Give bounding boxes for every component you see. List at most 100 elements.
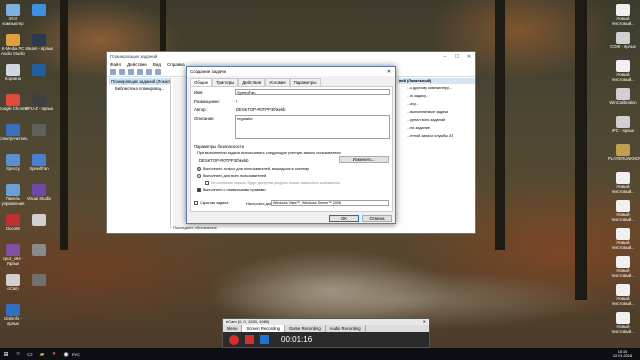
desktop-icon[interactable]: Новый текстовый... xyxy=(608,200,638,223)
back-icon[interactable] xyxy=(110,69,116,75)
record-icon[interactable] xyxy=(229,334,239,345)
action-history[interactable]: ...урнал всех заданий xyxy=(397,116,475,124)
desktop-icon[interactable]: СОЖ - ярлык xyxy=(608,32,638,50)
desktop-icon[interactable]: Новый текстовый... xyxy=(608,228,638,251)
name-input[interactable]: SpeedFan xyxy=(235,89,390,95)
tab-menu[interactable]: Menu xyxy=(223,325,243,332)
explorer-icon[interactable]: ▰ xyxy=(36,348,48,360)
menu-file[interactable]: Файл xyxy=(110,62,121,67)
menu-view[interactable]: Вид xyxy=(153,62,161,67)
ecam-recorder-window[interactable]: eCam (0, 0, 1920, 1080) ✕ Menu Screen Re… xyxy=(222,318,430,348)
close-icon[interactable]: ✕ xyxy=(423,319,429,325)
description-input[interactable]: regulator xyxy=(235,115,390,139)
forward-icon[interactable] xyxy=(119,69,125,75)
close-icon[interactable]: ✕ xyxy=(463,54,475,60)
radio-all-users[interactable]: Выполнять для всех пользователей xyxy=(197,174,266,178)
radio-logged-on[interactable]: Выполнять только для пользователей, воше… xyxy=(197,167,309,171)
file-icon xyxy=(616,312,630,324)
configure-label: Настроить для: xyxy=(246,202,274,206)
desktop-icon[interactable] xyxy=(24,4,54,17)
minimize-icon[interactable]: – xyxy=(439,54,451,60)
maximize-icon[interactable]: ☐ xyxy=(451,54,463,60)
tab-triggers[interactable]: Триггеры xyxy=(212,78,239,86)
app-icon xyxy=(32,244,46,256)
app-icon xyxy=(32,274,46,286)
desktop-icon[interactable]: IPC - ярлык xyxy=(608,116,638,134)
desktop-icon[interactable]: Steam - ярлык xyxy=(24,34,54,52)
stop-icon[interactable] xyxy=(260,335,269,344)
no-password-checkbox[interactable]: Не сохранять пароль. Будут доступны ресу… xyxy=(205,181,341,186)
tab-game-recording[interactable]: Game Recording xyxy=(285,325,326,332)
checkbox-indicator[interactable] xyxy=(194,201,198,205)
ecam-icon[interactable]: ◉ xyxy=(60,348,72,360)
desktop-icon-label: IPC - ярлык xyxy=(611,128,635,133)
dialog-titlebar[interactable]: Создание задачи ✕ xyxy=(187,67,395,76)
desktop-icon[interactable] xyxy=(24,274,54,287)
app-icon xyxy=(32,214,46,226)
desktop-icon[interactable]: WinCalibration xyxy=(608,88,638,106)
app-icon xyxy=(32,124,46,136)
keyboard-language[interactable]: РУС xyxy=(72,352,80,357)
tab-settings[interactable]: Параметры xyxy=(289,78,321,86)
desktop-icon[interactable] xyxy=(24,244,54,257)
change-user-button[interactable]: Изменить... xyxy=(339,156,389,163)
author-value: DESKTOP-R0TPP30\kekb xyxy=(236,107,286,112)
desktop-icon[interactable]: GPU-Z - ярлык xyxy=(24,94,54,112)
view-icon[interactable] xyxy=(155,69,161,75)
help-icon[interactable] xyxy=(146,69,152,75)
tab-conditions[interactable]: Условия xyxy=(265,78,290,86)
scheduler-titlebar[interactable]: Планировщик заданий – ☐ ✕ xyxy=(107,52,475,61)
desktop-icon[interactable]: PLAYERUNKNOWN'S xyxy=(608,144,640,162)
desktop-icon-label: Новый текстовый... xyxy=(611,268,635,278)
app-icon xyxy=(32,184,46,196)
chrome-icon[interactable]: ● xyxy=(48,348,60,360)
tab-general[interactable]: Общие xyxy=(190,78,213,86)
radio-indicator[interactable] xyxy=(197,167,201,171)
task-view-icon[interactable]: ▭ xyxy=(24,348,36,360)
action-at-account[interactable]: ...етной записи службы AT xyxy=(397,132,475,140)
desktop-icon[interactable]: Новый текстовый... xyxy=(608,312,638,335)
checkbox-indicator[interactable] xyxy=(205,181,209,186)
checkbox-indicator[interactable] xyxy=(197,188,201,192)
configure-select[interactable]: Windows Vista™, Windows Server™ 2008 xyxy=(271,200,389,206)
properties-icon[interactable] xyxy=(137,69,143,75)
desktop-icon[interactable]: Новый текстовый... xyxy=(608,60,638,83)
desktop-icon[interactable]: Visual Studio xyxy=(24,184,54,202)
up-icon[interactable] xyxy=(128,69,134,75)
start-icon[interactable]: ⊞ xyxy=(0,348,12,360)
action-import[interactable]: ...ни задание xyxy=(397,124,475,132)
desktop-icon[interactable]: SpeedFan xyxy=(24,154,54,172)
desktop-icon[interactable]: Новый текстовый... xyxy=(608,284,638,307)
tree-item-library[interactable]: Библиотека планировщ... xyxy=(109,85,170,92)
create-task-dialog[interactable]: Создание задачи ✕ Общие Триггеры Действи… xyxy=(186,66,396,224)
desktop-icon[interactable]: Новый текстовый... xyxy=(608,4,638,27)
ok-button[interactable]: OK xyxy=(329,215,359,222)
desktop-icon[interactable] xyxy=(24,214,54,227)
tree-item-root[interactable]: Планировщик заданий (Локальный) xyxy=(109,78,170,85)
desktop-icon[interactable] xyxy=(24,64,54,77)
pause-icon[interactable] xyxy=(245,335,254,344)
tab-screen-recording[interactable]: Screen Recording xyxy=(242,325,286,332)
desktop-icon[interactable] xyxy=(24,124,54,137)
menu-help[interactable]: Справка xyxy=(167,62,185,67)
action-running[interactable]: ...выполняемые задачи xyxy=(397,108,475,116)
desktop-icon[interactable]: Новый текстовый... xyxy=(608,172,638,195)
hidden-checkbox[interactable]: Скрытая задача xyxy=(194,201,228,205)
action-connect[interactable]: ...к другому компьютеру... xyxy=(397,84,475,92)
window-title: Планировщик заданий xyxy=(110,54,158,59)
radio-all-users-label: Выполнять для всех пользователей xyxy=(203,174,267,178)
cancel-button[interactable]: Отмена xyxy=(362,215,392,222)
action-create[interactable]: ...ачу... xyxy=(397,100,475,108)
action-create-basic[interactable]: ...ю задачу... xyxy=(397,92,475,100)
desktop-icon[interactable]: Diskinfo - ярлык xyxy=(0,304,28,327)
desktop-icon[interactable]: Новый текстовый... xyxy=(608,256,638,279)
search-icon[interactable]: ○ xyxy=(12,348,24,360)
file-icon xyxy=(616,116,630,128)
clock[interactable]: 18:15 22.01.2018 xyxy=(613,350,640,359)
close-icon[interactable]: ✕ xyxy=(383,69,395,75)
tab-actions[interactable]: Действия xyxy=(238,78,266,86)
radio-indicator[interactable] xyxy=(197,174,201,178)
tab-audio-recording[interactable]: Audio Recording xyxy=(326,325,366,332)
highest-privileges-checkbox[interactable]: Выполнить с наивысшими правами xyxy=(197,188,266,192)
menu-action[interactable]: Действие xyxy=(127,62,147,67)
